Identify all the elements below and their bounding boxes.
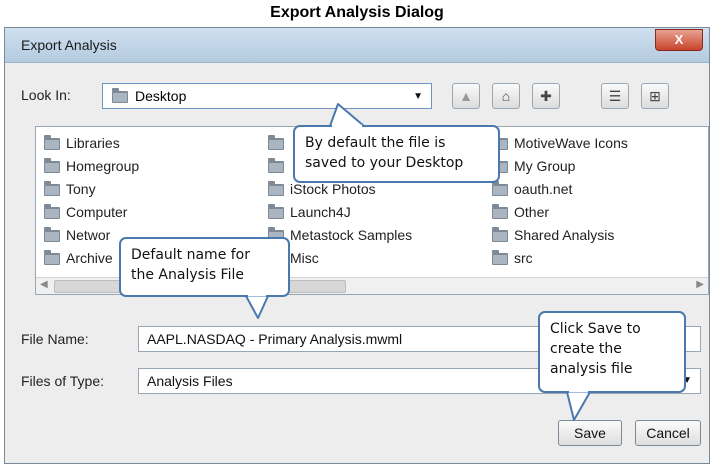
list-item-label: Homegroup [66, 158, 140, 174]
scroll-left-icon[interactable]: ◀ [40, 279, 48, 290]
list-item[interactable]: iStock Photos [268, 181, 376, 201]
list-item[interactable]: Computer [44, 204, 127, 224]
callout-desktop: By default the file is saved to your Des… [293, 125, 500, 183]
list-item-label: Shared Analysis [514, 227, 615, 243]
look-in-dropdown[interactable]: Desktop ▼ [102, 83, 432, 109]
list-item-label: MotiveWave Icons [514, 135, 628, 151]
save-button[interactable]: Save [558, 420, 622, 446]
new-folder-icon[interactable]: ✚ [532, 83, 560, 109]
list-item[interactable]: MotiveWave Icons [492, 135, 628, 155]
list-item[interactable] [268, 135, 290, 155]
list-item[interactable]: My Group [492, 158, 575, 178]
folder-icon [268, 204, 284, 220]
list-item[interactable]: Shared Analysis [492, 227, 614, 247]
folder-icon [44, 181, 60, 197]
folder-icon [492, 204, 508, 220]
list-item-label: My Group [514, 158, 576, 174]
home-icon[interactable]: ⌂ [492, 83, 520, 109]
list-item-label: Tony [66, 181, 96, 197]
list-item-label: oauth.net [514, 181, 573, 197]
list-item[interactable]: Homegroup [44, 158, 139, 178]
list-item-label: Networ [66, 227, 111, 243]
folder-icon [44, 250, 60, 266]
list-item[interactable]: Libraries [44, 135, 120, 155]
list-item[interactable]: oauth.net [492, 181, 572, 201]
list-item-label: Archive [66, 250, 113, 266]
list-item-label: iStock Photos [290, 181, 376, 197]
callout-save: Click Save to create the analysis file [538, 311, 686, 393]
list-view-icon[interactable]: ☰ [601, 83, 629, 109]
up-folder-icon[interactable]: ▲ [452, 83, 480, 109]
folder-icon [268, 181, 284, 197]
look-in-label: Look In: [21, 87, 71, 103]
details-view-icon[interactable]: ⊞ [641, 83, 669, 109]
folder-icon [492, 250, 508, 266]
file-name-label: File Name: [21, 331, 89, 347]
list-item-label: Other [514, 204, 550, 220]
list-item[interactable]: Archive [44, 250, 113, 270]
dialog-title: Export Analysis [21, 37, 117, 53]
list-item-label: Misc [290, 250, 319, 266]
list-item[interactable]: Networ [44, 227, 110, 247]
list-item[interactable]: Other [492, 204, 549, 224]
folder-icon [44, 158, 60, 174]
list-item-label: Launch4J [290, 204, 351, 220]
scroll-right-icon[interactable]: ▶ [696, 279, 704, 290]
list-item[interactable] [268, 158, 290, 178]
page-caption: Export Analysis Dialog [270, 4, 444, 21]
title-bar[interactable]: Export Analysis X [5, 28, 709, 63]
folder-icon [44, 135, 60, 151]
folder-icon [268, 158, 284, 174]
list-item[interactable]: Tony [44, 181, 96, 201]
list-item-label: Metastock Samples [290, 227, 413, 243]
cancel-button[interactable]: Cancel [635, 420, 701, 446]
files-of-type-label: Files of Type: [21, 373, 105, 389]
folder-icon [492, 181, 508, 197]
files-of-type-value: Analysis Files [147, 373, 233, 389]
folder-icon [112, 88, 128, 103]
list-item-label: src [514, 250, 533, 266]
export-analysis-dialog: Export Analysis X Look In: Desktop ▼ ▲ ⌂… [4, 27, 710, 464]
folder-icon [44, 227, 60, 243]
folder-icon [268, 135, 284, 151]
callout-file-name: Default name for the Analysis File [119, 237, 290, 297]
chevron-down-icon[interactable]: ▼ [413, 91, 423, 102]
list-item-label: Computer [66, 204, 128, 220]
list-item[interactable]: Launch4J [268, 204, 351, 224]
list-item-label: Libraries [66, 135, 120, 151]
folder-icon [492, 227, 508, 243]
look-in-value: Desktop [135, 88, 187, 104]
close-button[interactable]: X [655, 29, 703, 51]
folder-icon [44, 204, 60, 220]
list-item[interactable]: src [492, 250, 533, 270]
